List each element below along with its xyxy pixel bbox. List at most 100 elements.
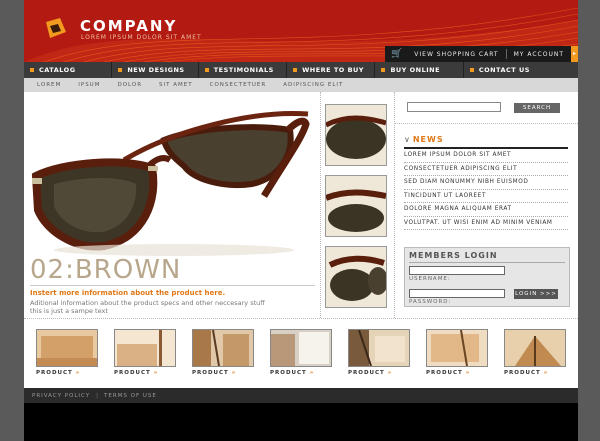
- products-row: PRODUCT» PRODUCT» PRODUCT» PRODUCT» PROD…: [24, 326, 578, 386]
- product-label: PRODUCT»: [36, 370, 98, 376]
- product-card[interactable]: PRODUCT»: [504, 329, 566, 376]
- privacy-policy-link[interactable]: PRIVACY POLICY: [32, 393, 90, 399]
- product-label: PRODUCT»: [114, 370, 176, 376]
- product-image: [426, 329, 488, 367]
- news-item[interactable]: CONSECTETUER ADIPISCING ELIT: [404, 163, 568, 176]
- news-heading: ∨ NEWS: [404, 135, 444, 144]
- username-field[interactable]: [409, 266, 505, 275]
- nav-item-testimonials[interactable]: TESTIMONIALS: [199, 62, 288, 78]
- product-label: PRODUCT»: [504, 370, 566, 376]
- nav-bullet-icon: [30, 68, 34, 72]
- chevron-right-icon[interactable]: ▸: [571, 46, 578, 62]
- product-label-text: PRODUCT: [504, 370, 541, 376]
- product-label: PRODUCT»: [270, 370, 332, 376]
- description-line: Aditional information about the product …: [30, 299, 265, 307]
- thumbnail-1[interactable]: [325, 104, 387, 166]
- search-input[interactable]: [407, 102, 501, 112]
- nav-bullet-icon: [204, 68, 209, 72]
- sidebar-divider: [394, 123, 578, 124]
- section-divider: [24, 318, 578, 319]
- arrow-right-icon: »: [387, 370, 393, 376]
- news-item[interactable]: SED DIAM NONUMMY NIBH EUISMOD: [404, 176, 568, 190]
- page-frame: COMPANY LOREM IPSUM DOLOR SIT AMET 🛒 VIE…: [24, 0, 578, 441]
- product-label: PRODUCT»: [348, 370, 410, 376]
- product-card[interactable]: PRODUCT»: [426, 329, 488, 376]
- terms-of-use-link[interactable]: TERMS OF USE: [104, 393, 157, 399]
- subnav-item-dolor[interactable]: DOLOR: [117, 82, 142, 88]
- nav-label: WHERE TO BUY: [302, 66, 365, 74]
- arrow-right-icon: »: [75, 370, 81, 376]
- subnav-item-sit-amet[interactable]: SIT AMET: [159, 82, 193, 88]
- news-item[interactable]: DOLORE MAGNA ALIQUAM ERAT: [404, 203, 568, 217]
- product-card[interactable]: PRODUCT»: [114, 329, 176, 376]
- subnav-item-adipiscing-elit[interactable]: ADIPISCING ELIT: [283, 82, 343, 88]
- nav-item-where-to-buy[interactable]: WHERE TO BUY: [287, 62, 376, 78]
- news-item[interactable]: LOREM IPSUM DOLOR SIT AMET: [404, 149, 568, 163]
- product-image: [348, 329, 410, 367]
- thumbnail-image: [326, 247, 386, 307]
- product-label-text: PRODUCT: [36, 370, 73, 376]
- subnav-item-consectetuer[interactable]: CONSECTETUER: [210, 82, 267, 88]
- nav-label: CONTACT US: [478, 66, 530, 74]
- members-login-panel: MEMBERS LOGIN USERNAME: PASSWORD: LOGIN …: [404, 247, 570, 307]
- members-login-title: MEMBERS LOGIN: [409, 251, 498, 260]
- thumbnail-2[interactable]: [325, 175, 387, 237]
- product-label-text: PRODUCT: [270, 370, 307, 376]
- product-card[interactable]: PRODUCT»: [192, 329, 254, 376]
- product-image: [114, 329, 176, 367]
- arrow-right-icon: »: [465, 370, 471, 376]
- nav-item-new-designs[interactable]: NEW DESIGNS: [112, 62, 199, 78]
- nav-bullet-icon: [118, 68, 123, 72]
- product-card[interactable]: PRODUCT»: [270, 329, 332, 376]
- cart-icon: 🛒: [391, 49, 403, 59]
- main-nav: CATALOG NEW DESIGNS TESTIMONIALS WHERE T…: [24, 62, 578, 78]
- chevron-down-icon: ∨: [404, 135, 410, 144]
- product-label: PRODUCT»: [426, 370, 488, 376]
- thumbnail-image: [326, 176, 386, 236]
- subnav-item-ipsum[interactable]: IPSUM: [78, 82, 100, 88]
- product-card[interactable]: PRODUCT»: [36, 329, 98, 376]
- product-image: [192, 329, 254, 367]
- page-bottom: [24, 403, 578, 441]
- column-divider: [320, 92, 321, 318]
- news-item[interactable]: TINCIDUNT UT LAOREET: [404, 190, 568, 203]
- header: COMPANY LOREM IPSUM DOLOR SIT AMET 🛒 VIE…: [24, 0, 578, 62]
- username-label: USERNAME:: [409, 276, 451, 282]
- nav-item-buy-online[interactable]: BUY ONLINE: [375, 62, 464, 78]
- product-image: [36, 329, 98, 367]
- product-image: [270, 329, 332, 367]
- product-label-text: PRODUCT: [114, 370, 151, 376]
- nav-bullet-icon: [293, 68, 298, 72]
- product-description: Aditional information about the product …: [30, 299, 310, 315]
- news-list: LOREM IPSUM DOLOR SIT AMET CONSECTETUER …: [404, 147, 568, 230]
- product-card[interactable]: PRODUCT»: [348, 329, 410, 376]
- thumbnail-3[interactable]: [325, 246, 387, 308]
- product-image: [504, 329, 566, 367]
- arrow-right-icon: »: [309, 370, 315, 376]
- logo-icon[interactable]: [44, 18, 68, 38]
- product-label: PRODUCT»: [192, 370, 254, 376]
- nav-item-contact-us[interactable]: CONTACT US: [464, 62, 578, 78]
- news-title: NEWS: [412, 135, 444, 144]
- product-label-text: PRODUCT: [426, 370, 463, 376]
- product-subtitle: Instert more information about the produ…: [30, 289, 226, 297]
- subnav-item-lorem[interactable]: LOREM: [37, 82, 61, 88]
- nav-bullet-icon: [381, 68, 386, 72]
- password-label: PASSWORD:: [409, 299, 452, 305]
- nav-label: CATALOG: [39, 66, 76, 74]
- footer-separator: |: [96, 392, 98, 399]
- description-line: this is just a sampe text: [30, 307, 108, 315]
- brand-tagline: LOREM IPSUM DOLOR SIT AMET: [81, 34, 202, 41]
- news-item[interactable]: VOLUTPAT. UT WISI ENIM AD MINIM VENIAM: [404, 217, 568, 230]
- login-button[interactable]: LOGIN >>>: [514, 289, 558, 299]
- nav-item-catalog[interactable]: CATALOG: [24, 62, 113, 78]
- hero-product: 02:BROWN Instert more information about …: [24, 92, 320, 318]
- search-button[interactable]: SEARCH >>>: [514, 103, 560, 121]
- sunglasses-image: [31, 111, 310, 256]
- column-divider: [394, 92, 395, 318]
- password-field[interactable]: [409, 289, 505, 298]
- nav-label: BUY ONLINE: [390, 66, 441, 74]
- view-cart-link[interactable]: VIEW SHOPPING CART: [407, 51, 505, 58]
- arrow-right-icon: »: [153, 370, 159, 376]
- my-account-link[interactable]: MY ACCOUNT: [507, 51, 571, 58]
